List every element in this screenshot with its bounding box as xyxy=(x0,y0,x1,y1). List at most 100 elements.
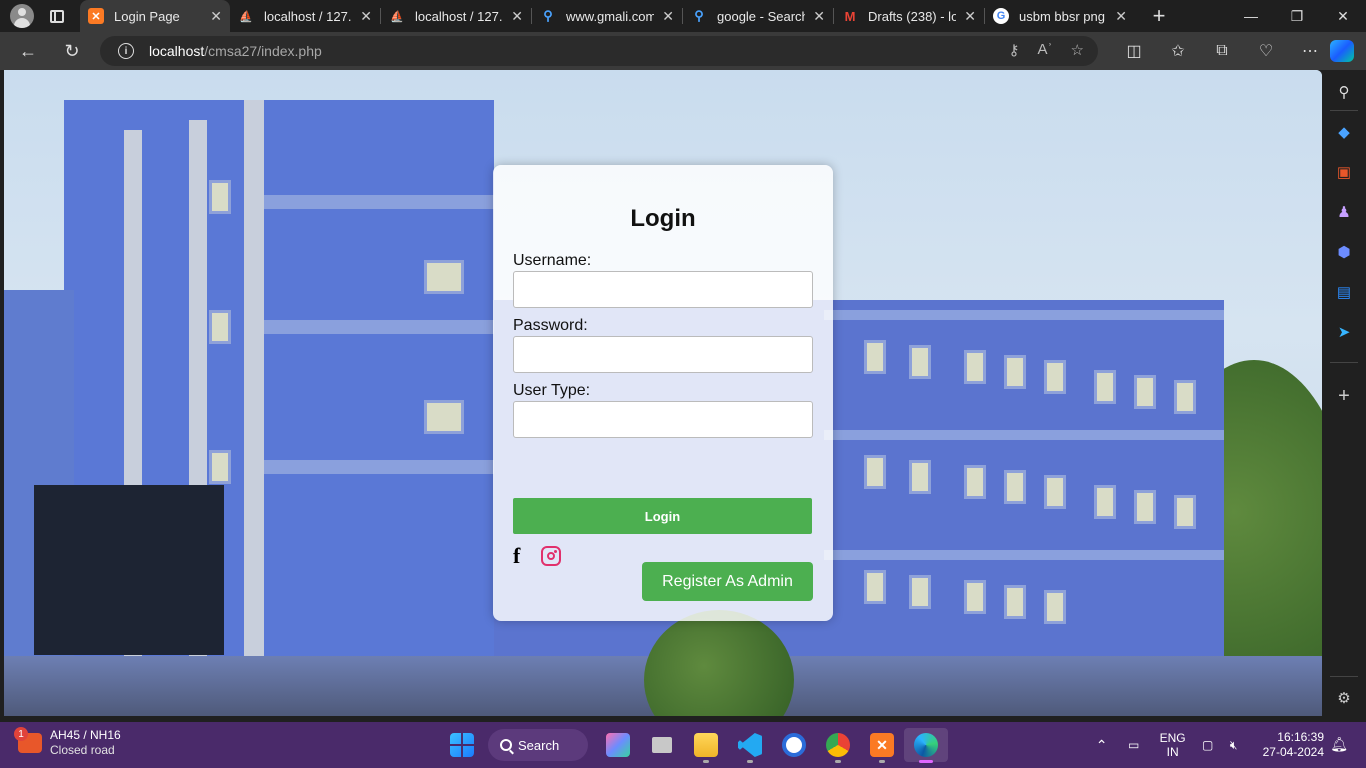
facebook-icon[interactable]: f xyxy=(513,543,527,569)
chrome-icon xyxy=(826,733,850,757)
tab-gmail-drafts[interactable]: M Drafts (238) - lo ✕ xyxy=(834,0,984,32)
games-icon[interactable]: ♟ xyxy=(1334,202,1354,222)
start-button[interactable] xyxy=(440,728,484,762)
taskbar-word-app[interactable] xyxy=(772,728,816,762)
taskbar-apps: Search ✕ xyxy=(440,728,948,763)
close-tab-icon[interactable]: ✕ xyxy=(662,8,674,25)
traffic-icon: 1 xyxy=(14,727,42,753)
weather-subtitle: Closed road xyxy=(50,743,115,757)
tab-localhost-2[interactable]: ⛵ localhost / 127.0 ✕ xyxy=(381,0,531,32)
search-icon xyxy=(500,739,512,751)
restore-icon[interactable]: ❐ xyxy=(1274,0,1320,32)
phpmyadmin-icon: ⛵ xyxy=(390,10,404,23)
taskbar-xampp[interactable]: ✕ xyxy=(860,728,904,763)
weather-widget[interactable]: 1 AH45 / NH16 Closed road xyxy=(14,727,121,758)
gmail-icon: M xyxy=(844,8,856,24)
login-button[interactable]: Login xyxy=(513,498,812,534)
taskbar-edge[interactable] xyxy=(904,728,948,763)
browser-essentials-icon[interactable]: ♡ xyxy=(1244,36,1288,66)
profile-avatar-icon[interactable] xyxy=(10,4,34,28)
close-tab-icon[interactable]: ✕ xyxy=(813,8,825,25)
usertype-input[interactable] xyxy=(513,401,813,438)
login-heading: Login xyxy=(630,205,696,232)
close-window-icon[interactable]: ✕ xyxy=(1320,0,1366,32)
refresh-icon[interactable]: ↻ xyxy=(54,36,90,66)
system-tray: ⌃ ▭ ENG IN ▢ 🔇︎ 16:16:39 27-04-2024 xyxy=(1087,722,1366,768)
taskbar-chrome[interactable] xyxy=(816,728,860,763)
tab-login-page[interactable]: ✕ Login Page ✕ xyxy=(80,0,230,32)
tab-localhost-1[interactable]: ⛵ localhost / 127.0 ✕ xyxy=(230,0,380,32)
username-label: Username: xyxy=(513,252,592,269)
read-aloud-icon[interactable]: Aʾ xyxy=(1038,41,1053,59)
tab-usbm[interactable]: G usbm bbsr png ✕ xyxy=(985,0,1135,32)
close-tab-icon[interactable]: ✕ xyxy=(360,8,372,25)
tab-gmali[interactable]: ⚲ www.gmali.com ✕ xyxy=(532,0,682,32)
instagram-icon[interactable] xyxy=(541,546,561,566)
vscode-icon xyxy=(738,733,762,757)
split-screen-icon[interactable]: ◫ xyxy=(1112,36,1156,66)
collections-icon[interactable]: ⧉ xyxy=(1200,36,1244,66)
tab-google-search[interactable]: ⚲ google - Search ✕ xyxy=(683,0,833,32)
site-info-icon[interactable]: i xyxy=(118,43,134,59)
shopping-tag-icon[interactable]: ◆ xyxy=(1334,122,1354,142)
taskbar: 1 AH45 / NH16 Closed road Search ✕ ⌃ ▭ E… xyxy=(0,722,1366,768)
copilot-app-icon xyxy=(606,733,630,757)
notification-badge: 1 xyxy=(14,727,28,741)
close-tab-icon[interactable]: ✕ xyxy=(1115,8,1127,25)
taskbar-vscode[interactable] xyxy=(728,728,772,763)
taskbar-file-explorer[interactable] xyxy=(684,728,728,763)
taskbar-search[interactable]: Search xyxy=(488,729,588,761)
tools-icon[interactable]: ▣ xyxy=(1334,162,1354,182)
edge-sidebar: ⚲ ◆ ▣ ♟ ⬢ ▤ ➤ + ⚙ xyxy=(1322,70,1366,716)
microsoft-365-icon[interactable]: ⬢ xyxy=(1334,242,1354,262)
close-tab-icon[interactable]: ✕ xyxy=(511,8,523,25)
url-text: localhost/cmsa27/index.php xyxy=(149,43,322,59)
xampp-icon: ✕ xyxy=(870,733,894,757)
usertype-label: User Type: xyxy=(513,382,591,399)
key-icon[interactable]: ⚷ xyxy=(1009,41,1020,59)
close-tab-icon[interactable]: ✕ xyxy=(210,8,222,25)
search-icon: ⚲ xyxy=(543,8,553,23)
close-tab-icon[interactable]: ✕ xyxy=(964,8,976,25)
username-input[interactable] xyxy=(513,271,813,308)
folder-icon xyxy=(694,733,718,757)
search-icon: ⚲ xyxy=(694,8,704,23)
document-app-icon xyxy=(782,733,806,757)
minimize-icon[interactable]: — xyxy=(1228,0,1274,32)
chevron-up-icon[interactable]: ⌃ xyxy=(1087,737,1117,754)
drop-icon[interactable]: ➤ xyxy=(1334,322,1354,342)
social-links: f xyxy=(513,543,561,569)
google-icon: G xyxy=(993,8,1009,24)
taskbar-task-view[interactable] xyxy=(640,728,684,762)
phpmyadmin-icon: ⛵ xyxy=(239,10,253,23)
password-input[interactable] xyxy=(513,336,813,373)
tab-actions-icon[interactable] xyxy=(50,9,64,23)
tab-strip: ✕ Login Page ✕ ⛵ localhost / 127.0 ✕ ⛵ l… xyxy=(0,0,1366,32)
sidebar-settings-icon[interactable]: ⚙ xyxy=(1334,688,1354,708)
windows-icon xyxy=(450,733,474,757)
new-tab-icon[interactable]: + xyxy=(1147,3,1171,29)
display-icon[interactable]: ▢ xyxy=(1195,738,1221,752)
register-admin-button[interactable]: Register As Admin xyxy=(642,562,813,601)
clock[interactable]: 16:16:39 27-04-2024 xyxy=(1263,730,1324,760)
notification-bell-icon[interactable]: 🔔︎ xyxy=(1330,736,1348,753)
window-controls: — ❐ ✕ xyxy=(1228,0,1366,32)
language-indicator[interactable]: ENG IN xyxy=(1151,731,1195,759)
keyboard-icon[interactable]: ▭ xyxy=(1117,738,1151,752)
browser-toolbar: ← ↻ i localhost/cmsa27/index.php ⚷ Aʾ ☆ … xyxy=(0,32,1366,70)
task-view-icon xyxy=(652,737,672,753)
page-viewport: Login Username: Password: User Type: Log… xyxy=(4,70,1322,716)
add-sidebar-app-icon[interactable]: + xyxy=(1334,385,1354,407)
xampp-icon: ✕ xyxy=(88,8,104,24)
outlook-icon[interactable]: ▤ xyxy=(1334,282,1354,302)
favorite-star-icon[interactable]: ☆ xyxy=(1071,41,1084,59)
copilot-icon[interactable] xyxy=(1330,40,1354,62)
volume-muted-icon[interactable]: 🔇︎ xyxy=(1221,738,1247,753)
taskbar-copilot[interactable] xyxy=(596,728,640,762)
address-bar[interactable]: i localhost/cmsa27/index.php ⚷ Aʾ ☆ xyxy=(100,36,1098,66)
sidebar-search-icon[interactable]: ⚲ xyxy=(1334,82,1354,102)
more-options-icon[interactable]: ⋯ xyxy=(1288,36,1332,66)
back-icon[interactable]: ← xyxy=(10,36,46,66)
weather-title: AH45 / NH16 xyxy=(50,728,121,742)
favorites-icon[interactable]: ✩ xyxy=(1156,36,1200,66)
